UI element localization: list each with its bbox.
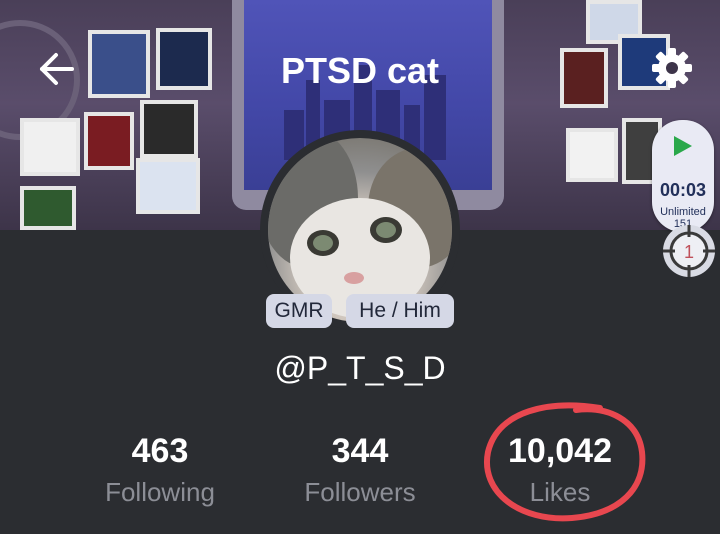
page-title: PTSD cat [280,50,440,91]
stat-value: 463 [131,432,189,470]
username-handle: @P_T_S_D [274,350,446,386]
tag-badge-pronouns: He / Him [346,294,454,328]
stat-followers[interactable]: 344 Followers [260,432,460,508]
highlight-circle-annotation [483,402,646,522]
banner-poster [140,100,198,158]
timer-time: 00:03 [659,180,707,200]
stat-label: Followers [304,477,416,507]
banner-poster [20,186,76,230]
stat-following[interactable]: 463 Following [60,432,260,508]
banner-poster [20,118,80,176]
target-value: 1 [684,242,694,262]
timer-widget[interactable]: 00:03 Unlimited 151 [652,120,714,232]
play-icon[interactable] [674,136,692,156]
banner-poster [136,158,200,214]
stat-value: 344 [331,432,389,470]
banner-poster [566,128,618,182]
banner-poster [84,112,134,170]
gear-icon[interactable] [650,46,694,90]
tag-badge-gmr: GMR [266,294,332,328]
crosshair-icon[interactable]: 1 [660,222,718,280]
stat-label: Following [105,477,215,507]
timer-mode-label: Unlimited [660,206,706,218]
